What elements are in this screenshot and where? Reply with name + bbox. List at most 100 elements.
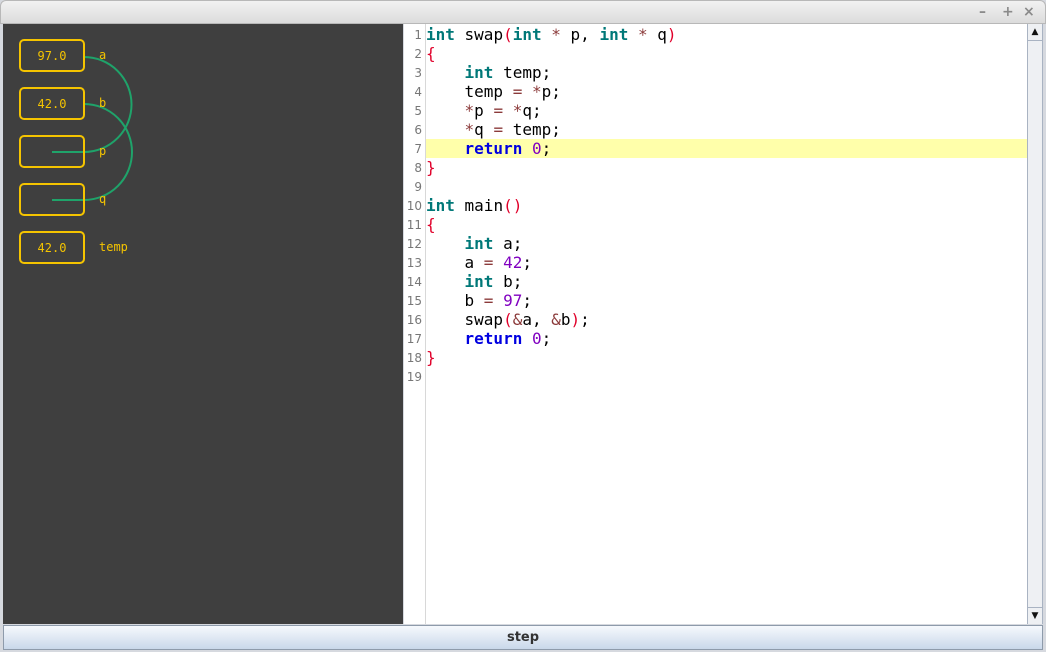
code-line[interactable]: { — [426, 215, 1027, 234]
line-number: 1 — [414, 28, 422, 42]
code-token: int — [599, 25, 629, 44]
close-icon[interactable]: × — [1023, 4, 1035, 20]
code-line[interactable]: b = 97; — [426, 291, 1027, 310]
code-line[interactable]: int temp; — [426, 63, 1027, 82]
code-token: b — [426, 291, 484, 310]
code-token: () — [503, 196, 523, 215]
code-token: q; — [522, 101, 542, 120]
variable-box-p — [19, 135, 85, 168]
code-line[interactable]: int b; — [426, 272, 1027, 291]
code-line[interactable]: { — [426, 44, 1027, 63]
line-number: 5 — [414, 104, 422, 118]
code-line[interactable]: temp = *p; — [426, 82, 1027, 101]
code-line[interactable] — [426, 177, 1027, 196]
vertical-scrollbar[interactable]: ▲ ▼ — [1027, 24, 1043, 624]
code-token: int — [426, 25, 455, 44]
code-token: p — [474, 101, 494, 120]
line-number: 15 — [406, 294, 422, 308]
code-token: temp; — [503, 120, 561, 139]
variable-box-temp: 42.0 — [19, 231, 85, 264]
code-token: swap — [426, 310, 504, 329]
line-number: 13 — [406, 256, 422, 270]
line-number: 2 — [414, 47, 422, 61]
code-token: swap — [454, 25, 504, 44]
maximize-icon[interactable]: + — [1002, 4, 1014, 20]
code-token: int — [464, 272, 494, 291]
code-token: & — [512, 310, 523, 329]
code-token: 42 — [503, 253, 523, 272]
code-token: ; — [541, 139, 552, 158]
code-editor[interactable]: 1 2 3 4 5 6 7 8 9 10 11 12 13 14 15 16 17 18 19 int swap(i… — [404, 24, 1027, 624]
code-token: & — [551, 310, 561, 329]
code-line[interactable]: return 0; — [426, 329, 1027, 348]
line-number: 12 — [406, 237, 422, 251]
code-token: } — [426, 348, 436, 367]
line-number: 6 — [414, 123, 422, 137]
code-line[interactable]: int swap(int * p, int * q) — [426, 25, 1027, 44]
code-token: main — [454, 196, 504, 215]
code-token: = — [512, 82, 523, 101]
variable-label-a: a — [99, 48, 107, 62]
variable-label-q: q — [99, 192, 107, 206]
code-token: = — [493, 101, 504, 120]
line-number: 4 — [414, 85, 422, 99]
variable-label-p: p — [99, 144, 107, 158]
code-token: * — [512, 101, 523, 120]
code-token: b; — [493, 272, 523, 291]
variable-box-q — [19, 183, 85, 216]
code-token: p, — [560, 25, 600, 44]
code-token: q — [647, 25, 667, 44]
scroll-down-icon[interactable]: ▼ — [1028, 607, 1042, 624]
line-number: 10 — [406, 199, 422, 213]
code-token: * — [551, 25, 561, 44]
code-line[interactable]: *p = *q; — [426, 101, 1027, 120]
code-token: ; — [580, 310, 590, 329]
line-number: 17 — [406, 332, 422, 346]
code-token: 0 — [531, 329, 542, 348]
code-line[interactable] — [426, 367, 1027, 386]
code-token: * — [464, 120, 475, 139]
code-token: temp — [426, 82, 513, 101]
scroll-up-icon[interactable]: ▲ — [1028, 24, 1042, 41]
current-line[interactable]: return 0; — [426, 139, 1027, 158]
code-line[interactable]: } — [426, 348, 1027, 367]
code-token: ) — [666, 25, 677, 44]
minimize-icon[interactable]: – — [979, 4, 986, 20]
code-line[interactable]: int main() — [426, 196, 1027, 215]
code-token: return — [464, 139, 523, 158]
variable-label-temp: temp — [99, 240, 128, 254]
step-button[interactable]: step — [3, 625, 1043, 650]
code-token: int — [464, 234, 494, 253]
code-token: b — [560, 310, 571, 329]
code-line[interactable]: *q = temp; — [426, 120, 1027, 139]
code-token: a, — [522, 310, 552, 329]
code-token: 0 — [531, 139, 542, 158]
code-token: * — [531, 82, 542, 101]
code-line[interactable]: } — [426, 158, 1027, 177]
code-token: ( — [503, 310, 513, 329]
code-line[interactable]: int a; — [426, 234, 1027, 253]
code-token: ( — [503, 25, 513, 44]
code-token: ) — [570, 310, 581, 329]
code-token: = — [493, 120, 504, 139]
code-token: { — [426, 215, 436, 234]
variable-box-b: 42.0 — [19, 87, 85, 120]
code-token: = — [483, 253, 494, 272]
title-bar: – + × — [0, 0, 1046, 24]
code-line[interactable]: swap(&a, &b); — [426, 310, 1027, 329]
variable-label-b: b — [99, 96, 107, 110]
line-number: 16 — [406, 313, 422, 327]
code-line[interactable]: a = 42; — [426, 253, 1027, 272]
code-token: int — [512, 25, 542, 44]
